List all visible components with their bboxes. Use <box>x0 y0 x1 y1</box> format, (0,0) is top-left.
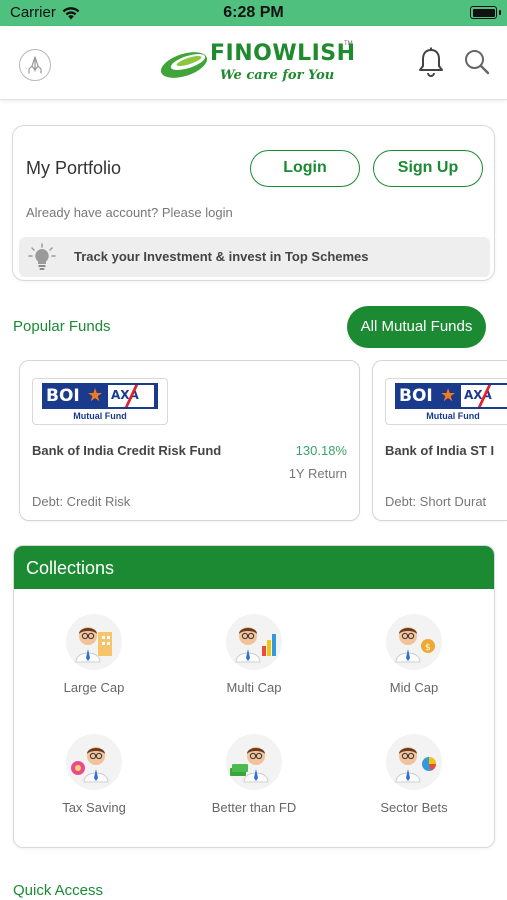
clock: 6:28 PM <box>223 4 284 21</box>
fund-return-value: 130.18% <box>295 443 347 458</box>
track-investment-banner[interactable]: Track your Investment & invest in Top Sc… <box>19 237 490 277</box>
fund-card[interactable]: BOI ★ AXA Mutual Fund Bank of India Cred… <box>19 360 360 521</box>
collection-label: Tax Saving <box>62 800 126 815</box>
prayer-button[interactable] <box>19 49 51 81</box>
search-icon <box>465 50 490 75</box>
battery-icon <box>470 6 501 19</box>
boi-axa-logo: BOI ★ AXA Mutual Fund <box>385 378 507 425</box>
collection-better-than-fd[interactable]: Better than FD <box>174 734 334 834</box>
logo-subtitle: Mutual Fund <box>73 411 127 421</box>
better-than-fd-icon <box>226 734 282 790</box>
collection-label: Mid Cap <box>389 680 439 695</box>
fund-return-label: 1Y Return <box>288 466 347 481</box>
svg-text:$: $ <box>425 643 431 653</box>
collections-title: Collections <box>26 558 115 578</box>
collection-label: Multi Cap <box>226 680 282 695</box>
large-cap-icon <box>66 614 122 670</box>
collection-multi-cap[interactable]: Multi Cap <box>174 614 334 714</box>
logo-subtitle: Mutual Fund <box>426 411 480 421</box>
star-icon: ★ <box>440 385 457 405</box>
portfolio-title: My Portfolio <box>26 158 122 178</box>
boi-axa-logo: BOI ★ AXA Mutual Fund <box>32 378 168 425</box>
lightbulb-icon <box>28 243 56 270</box>
login-hint: Already have account? Please login <box>26 205 233 220</box>
collection-label: Large Cap <box>63 680 125 695</box>
logo-swoosh-icon <box>160 52 208 78</box>
star-icon: ★ <box>87 385 104 405</box>
app-header: FINOWLISH TM We care for You <box>0 26 507 100</box>
bell-icon <box>419 47 443 77</box>
fund-category: Debt: Credit Risk <box>32 494 131 509</box>
signup-button[interactable]: Sign Up <box>373 150 483 187</box>
collection-label: Sector Bets <box>380 800 448 815</box>
collection-tax-saving[interactable]: Tax Saving <box>14 734 174 834</box>
fund-category: Debt: Short Durat <box>385 494 487 509</box>
login-button[interactable]: Login <box>250 150 360 187</box>
track-investment-text: Track your Investment & invest in Top Sc… <box>74 249 369 264</box>
fund-name: Bank of India Credit Risk Fund <box>32 443 222 458</box>
logo-tagline: We care for You <box>220 68 335 83</box>
portfolio-card: My Portfolio Login Sign Up Already have … <box>12 125 495 281</box>
fund-name: Bank of India ST I <box>385 443 495 458</box>
mid-cap-icon: $ <box>386 614 442 670</box>
finowlish-logo: FINOWLISH TM We care for You <box>158 39 356 87</box>
collection-sector-bets[interactable]: Sector Bets <box>334 734 494 834</box>
notifications-button[interactable] <box>417 46 445 78</box>
logo-boi-text: BOI <box>399 386 433 406</box>
search-button[interactable] <box>463 48 491 76</box>
collection-mid-cap[interactable]: $ Mid Cap <box>334 614 494 714</box>
status-bar: Carrier 6:28 PM <box>0 0 507 26</box>
tax-saving-icon <box>66 734 122 790</box>
collection-label: Better than FD <box>211 800 297 815</box>
logo-boi-text: BOI <box>46 386 80 406</box>
multi-cap-icon <box>226 614 282 670</box>
logo-trademark: TM <box>344 41 353 47</box>
sector-bets-icon <box>386 734 442 790</box>
all-mutual-funds-button[interactable]: All Mutual Funds <box>347 306 486 348</box>
collections-card: Collections Large Cap Multi Cap $ Mid Ca… <box>13 545 495 848</box>
collections-header: Collections <box>14 546 494 589</box>
popular-funds-title: Popular Funds <box>13 318 111 335</box>
fund-card[interactable]: BOI ★ AXA Mutual Fund Bank of India ST I… <box>372 360 507 521</box>
prayer-hands-icon <box>28 56 42 74</box>
quick-access-title: Quick Access <box>13 882 104 899</box>
collection-large-cap[interactable]: Large Cap <box>14 614 174 714</box>
logo-wordmark: FINOWLISH <box>210 41 356 66</box>
